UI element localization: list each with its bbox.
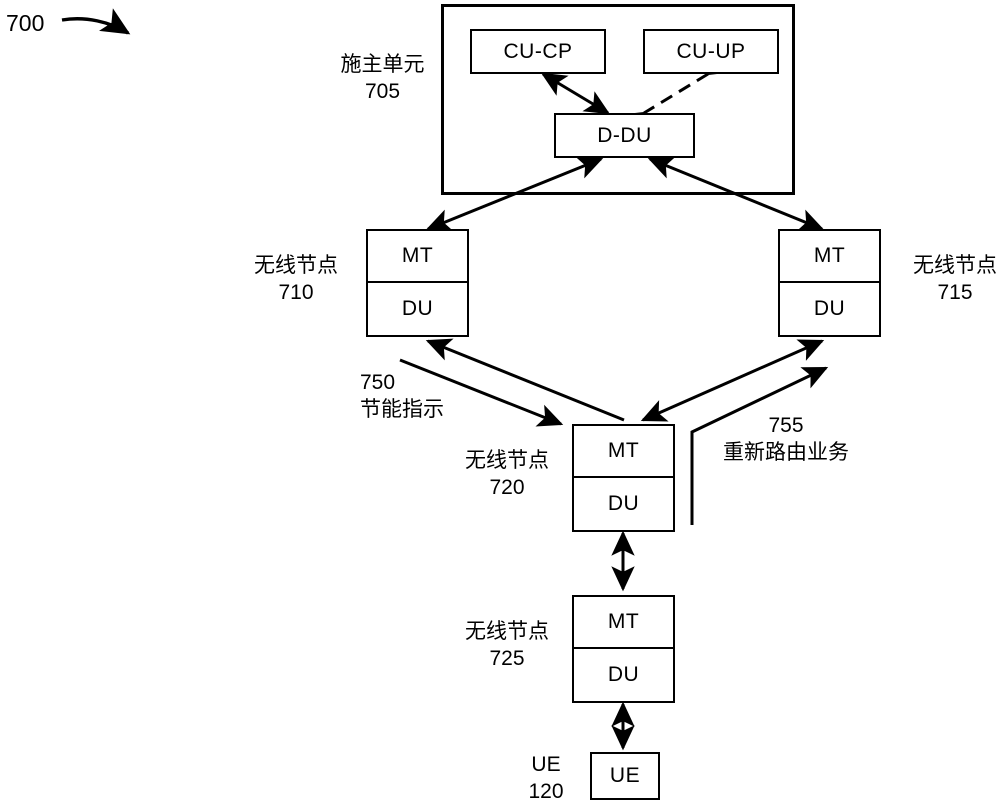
wireless-node-715-label: 无线节点 715 (905, 253, 1000, 307)
node-710-mt-label: MT (401, 244, 434, 267)
node-715-label-line2: 715 (937, 280, 973, 304)
node-715-mt-cell[interactable]: MT (780, 231, 879, 283)
node-725-du-cell[interactable]: DU (574, 649, 673, 701)
node-720-du-label: DU (607, 492, 640, 515)
ue-box-label: UE (609, 764, 641, 787)
cu-up-label: CU-UP (676, 39, 746, 63)
wireless-node-715-box[interactable]: MT DU (778, 229, 881, 337)
figure-ref-number: 700 (6, 10, 45, 36)
node-715-label-line1: 无线节点 (913, 254, 997, 277)
ue-label-line1: UE (531, 753, 561, 776)
node-720-mt-cell[interactable]: MT (574, 426, 673, 478)
node-725-mt-label: MT (607, 610, 640, 633)
annotation-755-text: 重新路由业务 (723, 440, 849, 464)
annotation-750: 750 节能指示 (360, 370, 520, 424)
wireless-node-710-box[interactable]: MT DU (366, 229, 469, 337)
host-unit-705-label: 施主单元 705 (325, 52, 440, 106)
node-710-du-cell[interactable]: DU (368, 283, 467, 335)
host-unit-705-label-line1: 施主单元 (340, 53, 425, 76)
node-720-mt-label: MT (607, 439, 640, 462)
d-du-label: D-DU (597, 123, 652, 147)
wireless-node-725-box[interactable]: MT DU (572, 595, 675, 703)
annotation-750-ref: 750 (360, 371, 396, 394)
annotation-750-text: 节能指示 (360, 397, 444, 421)
figure-ref-arrow (61, 8, 131, 35)
node-725-label-line1: 无线节点 (465, 620, 549, 643)
node-710-mt-cell[interactable]: MT (368, 231, 467, 283)
node-715-mt-label: MT (813, 244, 846, 267)
node-710-label-line2: 710 (278, 280, 314, 304)
cu-cp-box[interactable]: CU-CP (470, 29, 606, 74)
cu-cp-label: CU-CP (503, 39, 573, 63)
arrow-node720-node715 (640, 339, 825, 422)
wireless-node-720-box[interactable]: MT DU (572, 424, 675, 532)
node-710-label-line1: 无线节点 (254, 254, 338, 277)
node-710-du-label: DU (401, 297, 434, 320)
node-720-du-cell[interactable]: DU (574, 478, 673, 530)
node-715-du-cell[interactable]: DU (780, 283, 879, 335)
ue-120-label: UE 120 (513, 752, 579, 806)
wireless-node-725-label: 无线节点 725 (452, 619, 562, 673)
wireless-node-710-label: 无线节点 710 (246, 253, 346, 307)
annotation-755: 755 重新路由业务 (706, 413, 866, 467)
node-725-mt-cell[interactable]: MT (574, 597, 673, 649)
node-720-label-line1: 无线节点 (465, 449, 549, 472)
ue-label-line2: 120 (528, 779, 564, 803)
annotation-755-ref: 755 (768, 414, 804, 437)
figure-700-diagram: 700 施主单元 705 CU-CP CU-UP D-DU MT DU 无线节点 7… (0, 0, 1000, 807)
node-720-label-line2: 720 (489, 475, 525, 499)
node-725-du-label: DU (607, 663, 640, 686)
d-du-box[interactable]: D-DU (554, 113, 695, 158)
cu-up-box[interactable]: CU-UP (643, 29, 779, 74)
node-725-label-line2: 725 (489, 646, 525, 670)
host-unit-705-label-line2: 705 (364, 79, 401, 103)
ue-box[interactable]: UE (590, 752, 660, 800)
wireless-node-720-label: 无线节点 720 (452, 448, 562, 502)
node-715-du-label: DU (813, 297, 846, 320)
